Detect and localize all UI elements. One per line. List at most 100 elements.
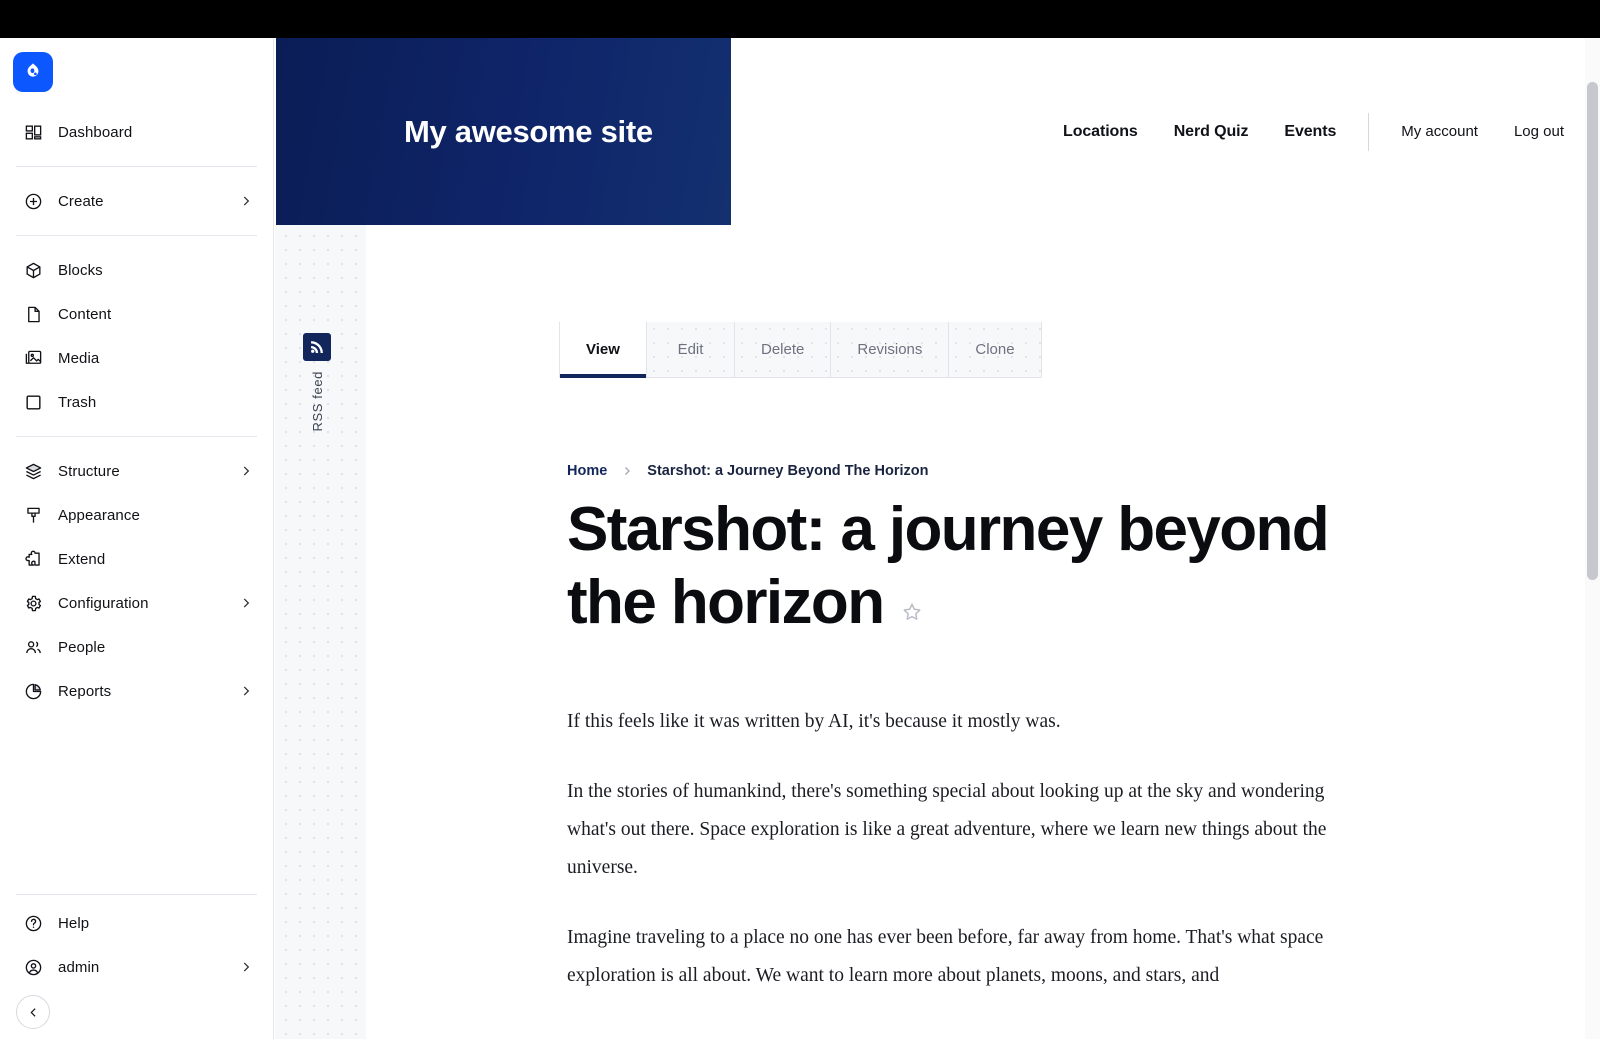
sidebar-divider (16, 235, 257, 236)
article-paragraph: In the stories of humankind, there's som… (567, 781, 1327, 879)
chevron-right-icon (621, 465, 633, 477)
sidebar-item-reports[interactable]: Reports (10, 671, 263, 711)
layers-icon (22, 460, 44, 482)
tab-view[interactable]: View (559, 322, 647, 378)
tab-label: Revisions (857, 341, 923, 358)
tab-revisions[interactable]: Revisions (831, 322, 950, 377)
sidebar-item-label: admin (58, 958, 100, 976)
dashboard-icon (22, 121, 44, 143)
tab-label: View (586, 341, 620, 358)
nav-link-my-account[interactable]: My account (1401, 123, 1478, 140)
star-outline-icon[interactable] (901, 594, 923, 621)
tab-label: Edit (677, 341, 704, 358)
chevron-right-icon (239, 464, 253, 478)
image-icon (22, 347, 44, 369)
local-task-tabs: View Edit Delete Revisions Clone (559, 322, 1042, 378)
rss-feed-label: RSS feed (309, 371, 325, 432)
sidebar-item-label: Create (58, 192, 104, 210)
nav-divider (1368, 112, 1370, 151)
rss-feed-block[interactable]: RSS feed (303, 333, 331, 431)
plus-circle-icon (22, 190, 44, 212)
browser-top-bar (0, 0, 1600, 38)
sidebar-item-appearance[interactable]: Appearance (10, 495, 263, 535)
nav-link-log-out[interactable]: Log out (1514, 123, 1564, 140)
site-preview-canvas: RSS feed My awesome site Locations Nerd … (275, 38, 1600, 1039)
nav-link-events[interactable]: Events (1284, 123, 1336, 141)
page-title-wrapper: Starshot: a journey beyond the horizon (567, 495, 1330, 637)
sidebar-item-media[interactable]: Media (10, 338, 263, 378)
tab-clone[interactable]: Clone (949, 322, 1042, 377)
sidebar-item-label: Help (58, 914, 90, 932)
sidebar-item-label: Configuration (58, 594, 149, 612)
breadcrumb: Home Starshot: a Journey Beyond The Hori… (567, 463, 928, 479)
site-navigation: Locations Nerd Quiz Events My account Lo… (731, 38, 1600, 225)
sidebar-item-blocks[interactable]: Blocks (10, 250, 263, 290)
drupal-droplet-icon[interactable] (13, 52, 53, 92)
sidebar-item-label: Media (58, 349, 100, 367)
chevron-right-icon (239, 194, 253, 208)
breadcrumb-home-link[interactable]: Home (567, 463, 607, 479)
sidebar-item-label: Reports (58, 682, 112, 700)
chevron-right-icon (239, 960, 253, 974)
sidebar-item-structure[interactable]: Structure (10, 451, 263, 491)
pie-chart-icon (22, 680, 44, 702)
sidebar-flex-spacer (0, 721, 273, 890)
page-scrollbar-thumb[interactable] (1587, 82, 1598, 580)
page-title: Starshot: a journey beyond the horizon (567, 495, 1330, 638)
sidebar-item-label: People (58, 638, 106, 656)
admin-sidebar: Dashboard Create Blocks Content Media Tr… (0, 38, 274, 1039)
sidebar-group-content: Blocks Content Media Trash (0, 240, 273, 432)
sidebar-item-content[interactable]: Content (10, 294, 263, 334)
file-icon (22, 303, 44, 325)
sidebar-item-label: Appearance (58, 506, 140, 524)
tab-label: Clone (975, 341, 1015, 358)
tab-edit[interactable]: Edit (647, 322, 735, 377)
sidebar-group-primary: Dashboard (0, 102, 273, 162)
sidebar-item-extend[interactable]: Extend (10, 539, 263, 579)
chevron-right-icon (239, 596, 253, 610)
question-circle-icon (22, 912, 44, 934)
puzzle-icon (22, 548, 44, 570)
sidebar-item-label: Structure (58, 462, 120, 480)
sidebar-group-create: Create (0, 171, 273, 231)
cube-icon (22, 259, 44, 281)
sidebar-item-label: Dashboard (58, 123, 133, 141)
sidebar-item-people[interactable]: People (10, 627, 263, 667)
sidebar-divider (16, 894, 257, 895)
sidebar-item-label: Extend (58, 550, 106, 568)
rss-feed-icon[interactable] (303, 333, 331, 361)
sidebar-item-label: Content (58, 305, 112, 323)
sidebar-item-label: Blocks (58, 261, 103, 279)
sidebar-item-configuration[interactable]: Configuration (10, 583, 263, 623)
sidebar-item-create[interactable]: Create (10, 181, 263, 221)
article-body: If this feels like it was written by AI,… (567, 703, 1377, 995)
nav-link-nerd-quiz[interactable]: Nerd Quiz (1174, 123, 1249, 141)
sidebar-item-label: Trash (58, 393, 97, 411)
sidebar-group-admin: Structure Appearance Extend Configuratio… (0, 441, 273, 721)
gear-icon (22, 592, 44, 614)
tab-delete[interactable]: Delete (735, 322, 832, 377)
tab-label: Delete (761, 341, 805, 358)
people-icon (22, 636, 44, 658)
sidebar-footer: Help admin (0, 899, 273, 1039)
chevron-right-icon (239, 684, 253, 698)
nav-link-locations[interactable]: Locations (1063, 123, 1138, 141)
article-paragraph: Imagine traveling to a place no one has … (567, 927, 1324, 987)
sidebar-item-trash[interactable]: Trash (10, 382, 263, 422)
user-circle-icon (22, 956, 44, 978)
sidebar-item-help[interactable]: Help (10, 903, 263, 943)
sidebar-item-admin-user[interactable]: admin (10, 947, 263, 987)
sidebar-item-dashboard[interactable]: Dashboard (10, 112, 263, 152)
drupal-logo-wrapper[interactable] (0, 38, 273, 102)
sidebar-collapse-button[interactable] (16, 995, 50, 1029)
site-title[interactable]: My awesome site (404, 114, 653, 150)
site-header-banner: My awesome site (276, 38, 731, 225)
site-nav-main: Locations Nerd Quiz Events (1063, 123, 1336, 141)
sidebar-divider (16, 436, 257, 437)
paintbrush-icon (22, 504, 44, 526)
article-paragraph: If this feels like it was written by AI,… (567, 711, 1061, 733)
chevron-left-icon (29, 1007, 36, 1017)
page-scrollbar-track[interactable] (1585, 38, 1600, 1039)
article: Starshot: a journey beyond the horizon I… (567, 493, 1377, 1027)
site-nav-user: My account Log out (1401, 123, 1564, 140)
